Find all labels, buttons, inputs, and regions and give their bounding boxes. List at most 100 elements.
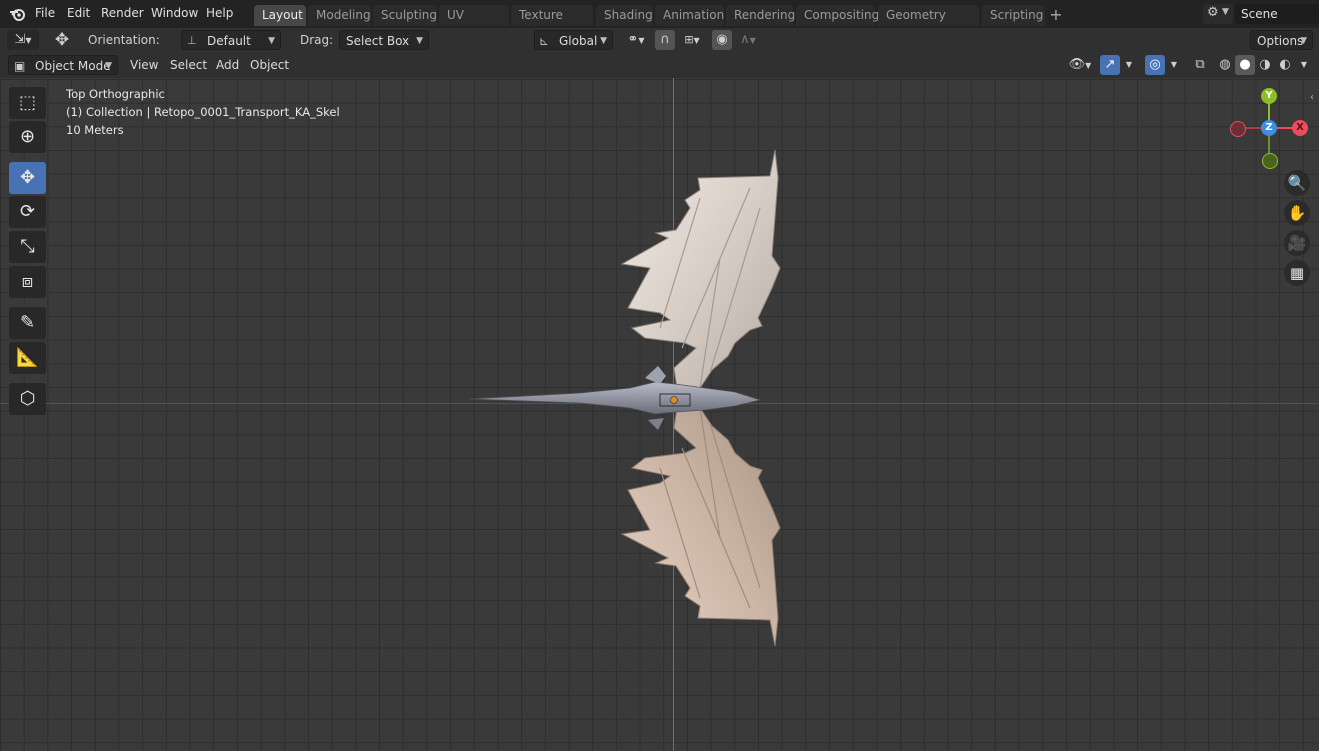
add-workspace-button[interactable]: + [1048, 5, 1064, 25]
shading-material-button[interactable]: ◑ [1255, 55, 1275, 75]
scene-name-field[interactable]: Scene [1235, 4, 1319, 24]
add-cube-tool[interactable]: ⬡ [9, 383, 46, 415]
orientation-dropdown[interactable]: ⊥ Default ▼ [181, 30, 281, 50]
visibility-button[interactable]: 👁▼ [1064, 55, 1096, 75]
snap-increment-icon: ⊞ [684, 33, 694, 46]
annotate-tool[interactable]: ✎ [9, 307, 46, 339]
zoom-button[interactable]: 🔍 [1284, 170, 1310, 196]
gizmo-options-chevron-icon[interactable]: ▼ [1120, 55, 1138, 75]
dragon-model[interactable] [460, 138, 790, 658]
menu-window[interactable]: Window [151, 6, 198, 20]
gizmo-neg-x-axis[interactable] [1230, 121, 1246, 137]
mode-dropdown[interactable]: ▣ Object Mode ▼ [8, 55, 118, 75]
xray-icon: ⧉ [1195, 57, 1205, 72]
falloff-button[interactable]: ∧▼ [734, 30, 762, 50]
transform-orientation-value: Global [559, 34, 598, 48]
shading-solid-button[interactable]: ● [1235, 55, 1255, 75]
orientation-label: Orientation: [88, 33, 160, 47]
overlays-options-chevron-icon[interactable]: ▼ [1165, 55, 1183, 75]
rotate-icon: ⟳ [19, 201, 36, 222]
shading-wireframe-button[interactable]: ◍ [1215, 55, 1235, 75]
select-box-tool[interactable]: ⬚ [9, 87, 46, 119]
tab-layout[interactable]: Layout [254, 5, 306, 26]
move-tool-icon: ✥ [54, 30, 70, 50]
menu-render[interactable]: Render [101, 6, 144, 20]
tool-header: ⇲▼ ✥ Orientation: ⊥ Default ▼ Drag: Sele… [0, 28, 1319, 52]
snap-toggle-button[interactable]: ∩ [655, 30, 675, 50]
menu-file[interactable]: File [35, 6, 55, 20]
wireframe-sphere-icon: ◍ [1219, 57, 1231, 72]
cursor-icon: ⊕ [19, 126, 36, 147]
pivot-point-button[interactable]: ⚭▼ [620, 30, 652, 50]
tab-animation[interactable]: Animation [655, 5, 724, 26]
measure-icon: 📐 [16, 347, 39, 368]
gizmo-toggle-button[interactable]: ↗ [1100, 55, 1120, 75]
chevron-down-icon: ▼ [105, 61, 112, 71]
add-cube-icon: ⬡ [19, 388, 36, 409]
gizmo-neg-y-axis[interactable] [1262, 153, 1278, 169]
drag-label: Drag: [300, 33, 334, 47]
camera-icon: 🎥 [1287, 234, 1307, 252]
blender-logo-icon[interactable] [9, 5, 27, 23]
grid-toggle-icon: ▦ [1289, 264, 1305, 282]
menu-add[interactable]: Add [210, 55, 245, 75]
magnet-icon: ∩ [660, 32, 670, 47]
mode-value: Object Mode [35, 59, 111, 73]
tab-uv-editing[interactable]: UV Editing [439, 5, 509, 43]
overlays-toggle-button[interactable]: ◎ [1145, 55, 1165, 75]
tab-texture-paint[interactable]: Texture Paint [511, 5, 593, 43]
options-dropdown[interactable]: Options ▼ [1250, 30, 1313, 50]
menu-select[interactable]: Select [164, 55, 213, 75]
gizmo-x-axis[interactable]: X [1292, 120, 1308, 136]
pan-button[interactable]: ✋ [1284, 200, 1310, 226]
options-label: Options [1257, 34, 1304, 48]
rendered-sphere-icon: ◐ [1279, 57, 1291, 72]
menu-help[interactable]: Help [206, 6, 233, 20]
tab-sculpting[interactable]: Sculpting [373, 5, 437, 26]
snap-tool-button[interactable]: ⇲▼ [7, 30, 39, 50]
object-mode-icon: ▣ [14, 59, 26, 73]
ortho-toggle-button[interactable]: ▦ [1284, 260, 1310, 286]
gizmo-arrow-icon: ↗ [1104, 57, 1116, 72]
transform-orientation-dropdown[interactable]: ⊾ Global ▼ [534, 30, 613, 50]
scene-selector-button[interactable]: ⚙ ▼ [1203, 4, 1233, 24]
transform-tool[interactable]: ⧈ [9, 266, 46, 298]
chevron-down-icon: ▼ [749, 36, 756, 45]
tab-rendering[interactable]: Rendering [726, 5, 795, 26]
tab-shading[interactable]: Shading [596, 5, 653, 26]
tab-compositing[interactable]: Compositing [796, 5, 879, 26]
shading-options-chevron-icon[interactable]: ▼ [1295, 55, 1313, 75]
tab-scripting[interactable]: Scripting [982, 5, 1045, 26]
navigation-gizmo[interactable]: Y Z X [1228, 86, 1312, 174]
gizmo-y-axis[interactable]: Y [1261, 88, 1277, 104]
measure-tool[interactable]: 📐 [9, 342, 46, 374]
rotate-tool[interactable]: ⟳ [9, 196, 46, 228]
gizmo-z-axis[interactable]: Z [1261, 120, 1277, 136]
proportional-edit-button[interactable]: ◉ [712, 30, 732, 50]
view-name-text: Top Orthographic [66, 87, 165, 101]
cursor-tool[interactable]: ⊕ [9, 121, 46, 153]
tab-geometry-nodes[interactable]: Geometry Nodes [878, 5, 979, 43]
orientation-value: Default [207, 34, 251, 48]
global-axes-icon: ⊾ [539, 34, 550, 48]
menu-edit[interactable]: Edit [67, 6, 90, 20]
tab-modeling[interactable]: Modeling [308, 5, 371, 26]
collection-info-text: (1) Collection | Retopo_0001_Transport_K… [66, 105, 340, 119]
sidebar-toggle-icon[interactable]: ‹ [1310, 92, 1314, 103]
chevron-down-icon: ▼ [416, 36, 423, 46]
chevron-down-icon: ▼ [1085, 61, 1092, 70]
3d-viewport[interactable]: Top Orthographic (1) Collection | Retopo… [0, 78, 1319, 751]
xray-toggle-button[interactable]: ⧉ [1190, 55, 1210, 75]
snap-target-button[interactable]: ⊞▼ [676, 30, 708, 50]
move-tool[interactable]: ✥ [9, 162, 46, 194]
chevron-down-icon: ▼ [1222, 7, 1229, 17]
menu-object[interactable]: Object [244, 55, 295, 75]
eye-icon: 👁 [1068, 57, 1086, 72]
transform-tool-icon: ⇲ [14, 32, 26, 47]
drag-dropdown[interactable]: Select Box ▼ [339, 30, 429, 50]
menu-view[interactable]: View [124, 55, 164, 75]
scene-icon: ⚙ [1207, 5, 1219, 20]
camera-view-button[interactable]: 🎥 [1284, 230, 1310, 256]
scale-tool[interactable]: ⤡ [9, 231, 46, 263]
shading-rendered-button[interactable]: ◐ [1275, 55, 1295, 75]
